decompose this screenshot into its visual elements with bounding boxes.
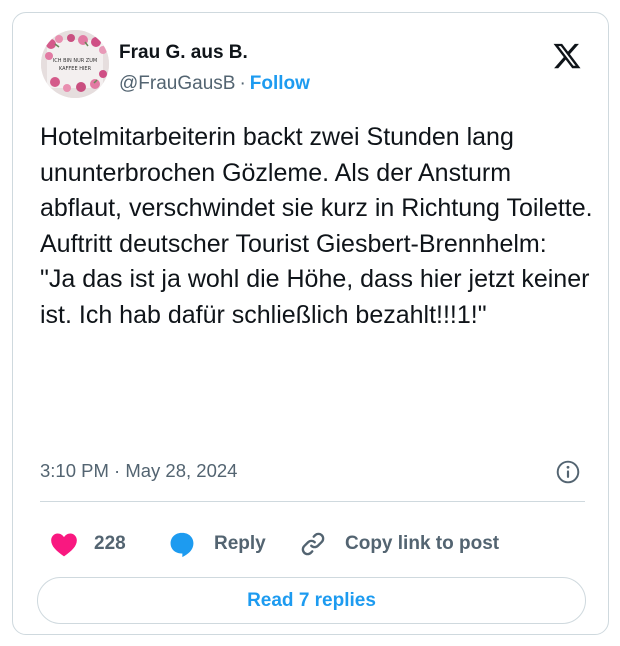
avatar-caption-line1: ICH BIN NUR ZUM bbox=[53, 58, 97, 64]
embedded-post-card: ICH BIN NUR ZUM KAFFEE HIER Frau G. aus … bbox=[12, 12, 609, 635]
reply-button[interactable]: Reply bbox=[168, 526, 266, 562]
follow-button[interactable]: Follow bbox=[250, 73, 310, 94]
post-timestamp[interactable]: 3:10 PM · May 28, 2024 bbox=[40, 460, 237, 482]
link-icon bbox=[301, 532, 325, 556]
heart-icon bbox=[51, 533, 77, 557]
author-name[interactable]: Frau G. aus B. bbox=[119, 42, 248, 64]
avatar-mug-image: ICH BIN NUR ZUM KAFFEE HIER bbox=[41, 30, 109, 98]
x-logo-icon[interactable] bbox=[552, 41, 582, 71]
post-text: Hotelmitarbeiterin backt zwei Stunden la… bbox=[40, 123, 593, 329]
copy-link-label: Copy link to post bbox=[345, 533, 500, 554]
info-icon[interactable] bbox=[555, 459, 581, 485]
action-bar: 228 Reply Copy link to post bbox=[40, 526, 585, 562]
like-count: 228 bbox=[94, 533, 126, 554]
avatar-caption-line2: KAFFEE HIER bbox=[59, 66, 92, 72]
like-button[interactable]: 228 bbox=[50, 526, 126, 562]
read-replies-button[interactable]: Read 7 replies bbox=[37, 577, 586, 624]
avatar[interactable]: ICH BIN NUR ZUM KAFFEE HIER bbox=[41, 30, 109, 98]
divider bbox=[40, 501, 585, 502]
reply-bubble-icon bbox=[170, 532, 194, 558]
separator-dot: · bbox=[239, 73, 246, 94]
author-handle[interactable]: @FrauGausB bbox=[119, 73, 235, 94]
copy-link-button[interactable]: Copy link to post bbox=[299, 526, 499, 562]
author-handle-row: @FrauGausB · Follow bbox=[119, 73, 310, 95]
reply-label: Reply bbox=[214, 533, 266, 554]
